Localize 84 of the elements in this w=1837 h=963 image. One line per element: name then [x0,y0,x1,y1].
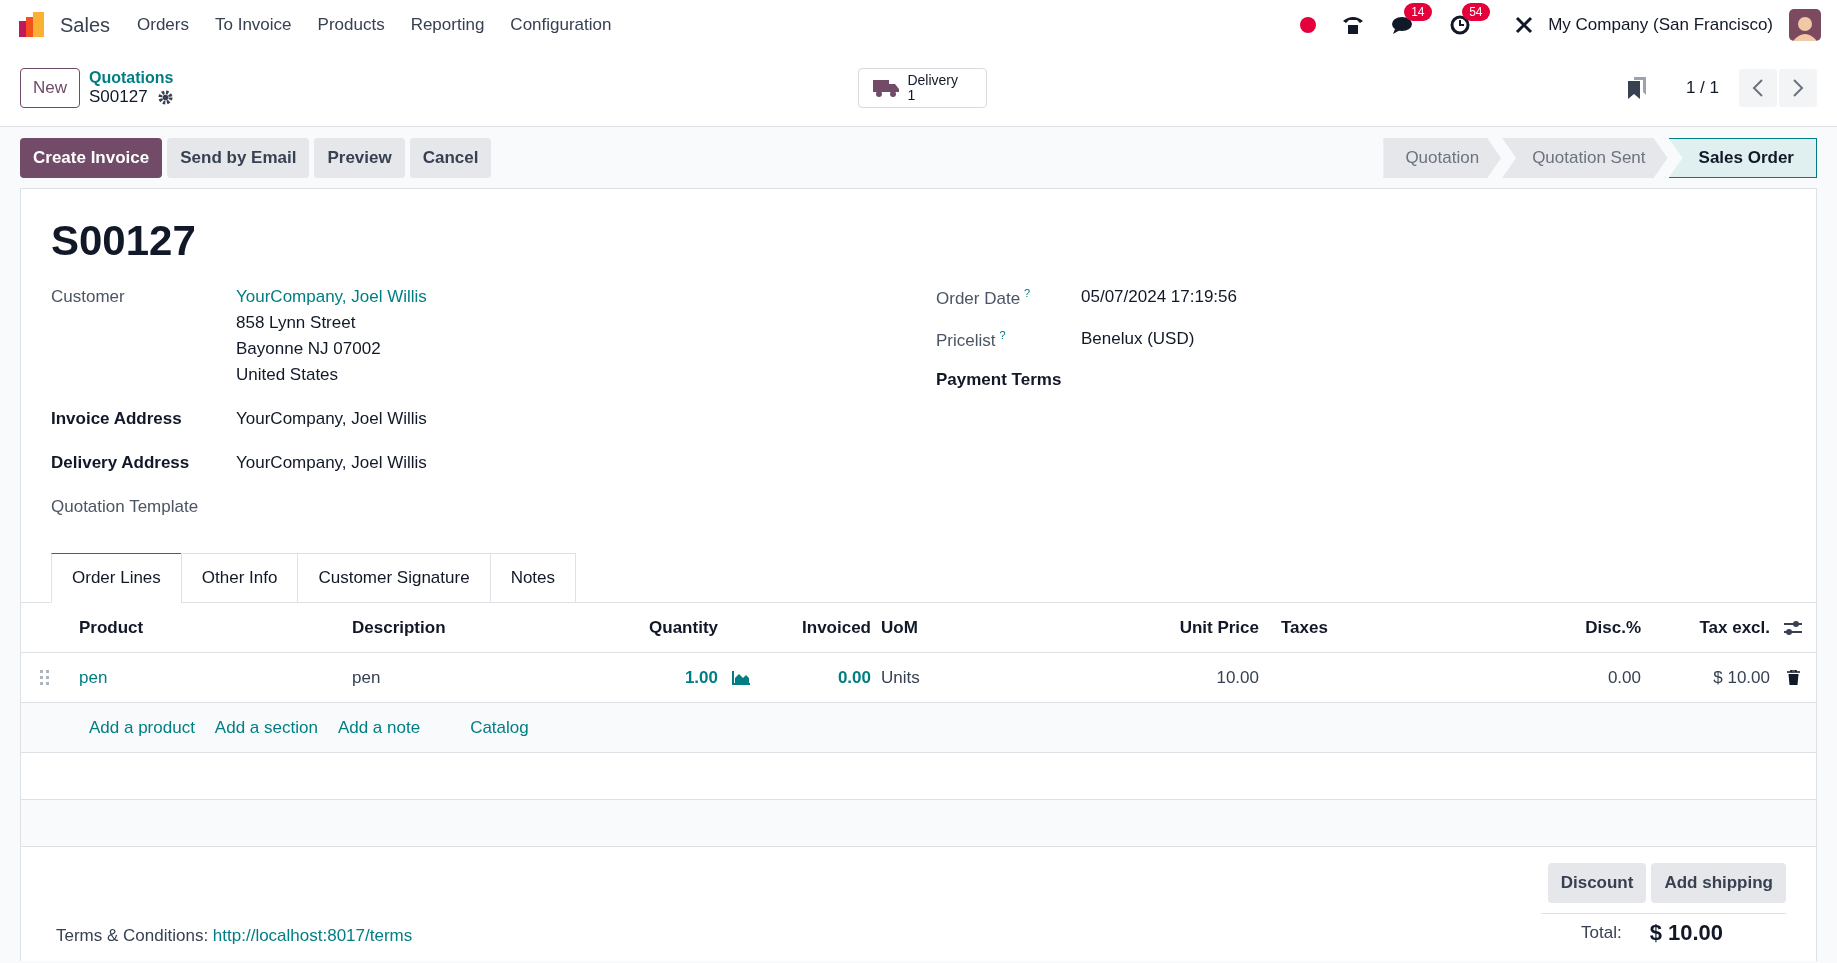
table-cell-text: 0.00 [1606,667,1641,688]
status-stage[interactable]: Quotation [1383,138,1502,178]
gear-icon[interactable] [157,89,173,105]
field-value: 858 Lynn Street [236,313,357,333]
status-stage[interactable]: Quotation Sent [1502,138,1668,178]
column-header[interactable]: Quantity [621,617,718,638]
field-value: YourCompany, Joel Willis [236,453,428,473]
new-button[interactable]: New [20,68,80,108]
field-value: United States [236,365,340,385]
record-name: S00127 [89,87,148,107]
app-name[interactable]: Sales [60,13,111,37]
drag-handle-icon[interactable] [40,669,50,686]
bookmarks-icon[interactable] [1627,77,1646,99]
action-button[interactable]: Cancel [409,138,492,178]
footer-button[interactable]: Add shipping [1651,863,1786,903]
area-chart-icon[interactable] [732,670,750,685]
add-line-link[interactable]: Add a note [337,717,421,738]
delivery-smart-button[interactable]: Delivery 1 [858,68,988,108]
column-header[interactable]: Taxes [1271,617,1553,638]
field-label: Invoice Address [51,409,183,429]
table-cell-text: pen [351,667,382,688]
chevron-left-icon [1752,79,1764,97]
add-line-link[interactable]: Add a product [89,717,195,738]
trash-icon[interactable] [1786,670,1800,685]
column-header[interactable]: Description [342,617,621,638]
chevron-right-icon [1792,79,1804,97]
notification-badge: 14 [1404,3,1432,21]
field-label: Payment Terms [936,370,1063,391]
invoiced-value[interactable]: 0.00 [768,667,871,688]
footer-button[interactable]: Discount [1547,863,1647,903]
field-value[interactable]: 05/07/2024 17:19:56 [1081,287,1786,307]
field-value[interactable]: Benelux (USD) [1081,328,1786,349]
column-header[interactable]: Unit Price [1171,617,1259,638]
action-button[interactable]: Create Invoice [20,138,163,178]
field-label: Quotation Template [51,497,200,517]
column-header[interactable]: Product [69,617,342,638]
company-name[interactable]: My Company (San Francisco) [1548,15,1773,35]
action-button[interactable]: Preview [314,138,405,178]
notification-badge: 54 [1462,3,1490,21]
product-link[interactable]: pen [69,667,342,688]
user-avatar[interactable] [1789,9,1821,41]
notebook-tab[interactable]: Notes [489,553,577,603]
field-label: Delivery Address [51,453,191,473]
column-header[interactable]: Invoiced [768,617,871,638]
app-logo-icon[interactable] [18,11,46,39]
recording-dot-icon[interactable] [1300,17,1317,33]
menu-item[interactable]: Configuration [497,15,625,35]
add-line-link[interactable]: Add a section [214,717,318,738]
notebook-tab[interactable]: Order Lines [51,553,182,603]
menu-item[interactable]: Orders [124,15,202,35]
settings-sliders-icon[interactable] [1784,619,1802,636]
breadcrumb-link[interactable]: Quotations [89,69,174,87]
table-cell-text: 10.00 [1215,667,1259,688]
menu-item[interactable]: To Invoice [202,15,305,35]
field-value: YourCompany, Joel Willis [236,409,428,429]
previous-button[interactable] [1739,69,1777,107]
field-value: Bayonne NJ 07002 [236,339,382,359]
action-button[interactable]: Send by Email [167,138,310,178]
next-button[interactable] [1779,69,1817,107]
column-header[interactable]: UoM [871,617,1171,638]
record-title: S00127 [50,216,197,265]
column-header[interactable]: Disc.% [1553,617,1641,638]
status-stage[interactable]: Sales Order [1668,138,1817,178]
menu-item[interactable]: Reporting [397,15,498,35]
terms-text: Terms & Conditions: http://localhost:8017/terms [56,926,414,946]
table-cell-text: $ 10.00 [1712,667,1770,688]
customer-link[interactable]: YourCompany, Joel Willis [236,287,936,307]
total-value: $ 10.00 [1649,920,1724,946]
chat-icon[interactable] [1392,15,1415,35]
field-label: Customer [51,287,126,307]
total-label: Total: [1581,923,1622,943]
terms-link[interactable]: http://localhost:8017/terms [212,926,413,945]
menu-item[interactable]: Products [304,15,398,35]
field-label: Order Date $^{?}$ [936,287,1032,309]
truck-icon [873,78,900,98]
add-line-link[interactable]: Catalog [470,717,529,738]
clock-icon[interactable] [1450,15,1471,35]
phone-icon[interactable] [1342,14,1365,36]
pager-value[interactable]: 1 / 1 [1685,78,1719,98]
column-header[interactable]: Tax excl. [1641,617,1770,638]
quantity-value[interactable]: 1.00 [621,667,718,688]
field-label: Pricelist $^{?}$ [936,328,1007,351]
notebook-tab[interactable]: Other Info [180,553,299,603]
table-cell-text: Units [880,667,921,688]
